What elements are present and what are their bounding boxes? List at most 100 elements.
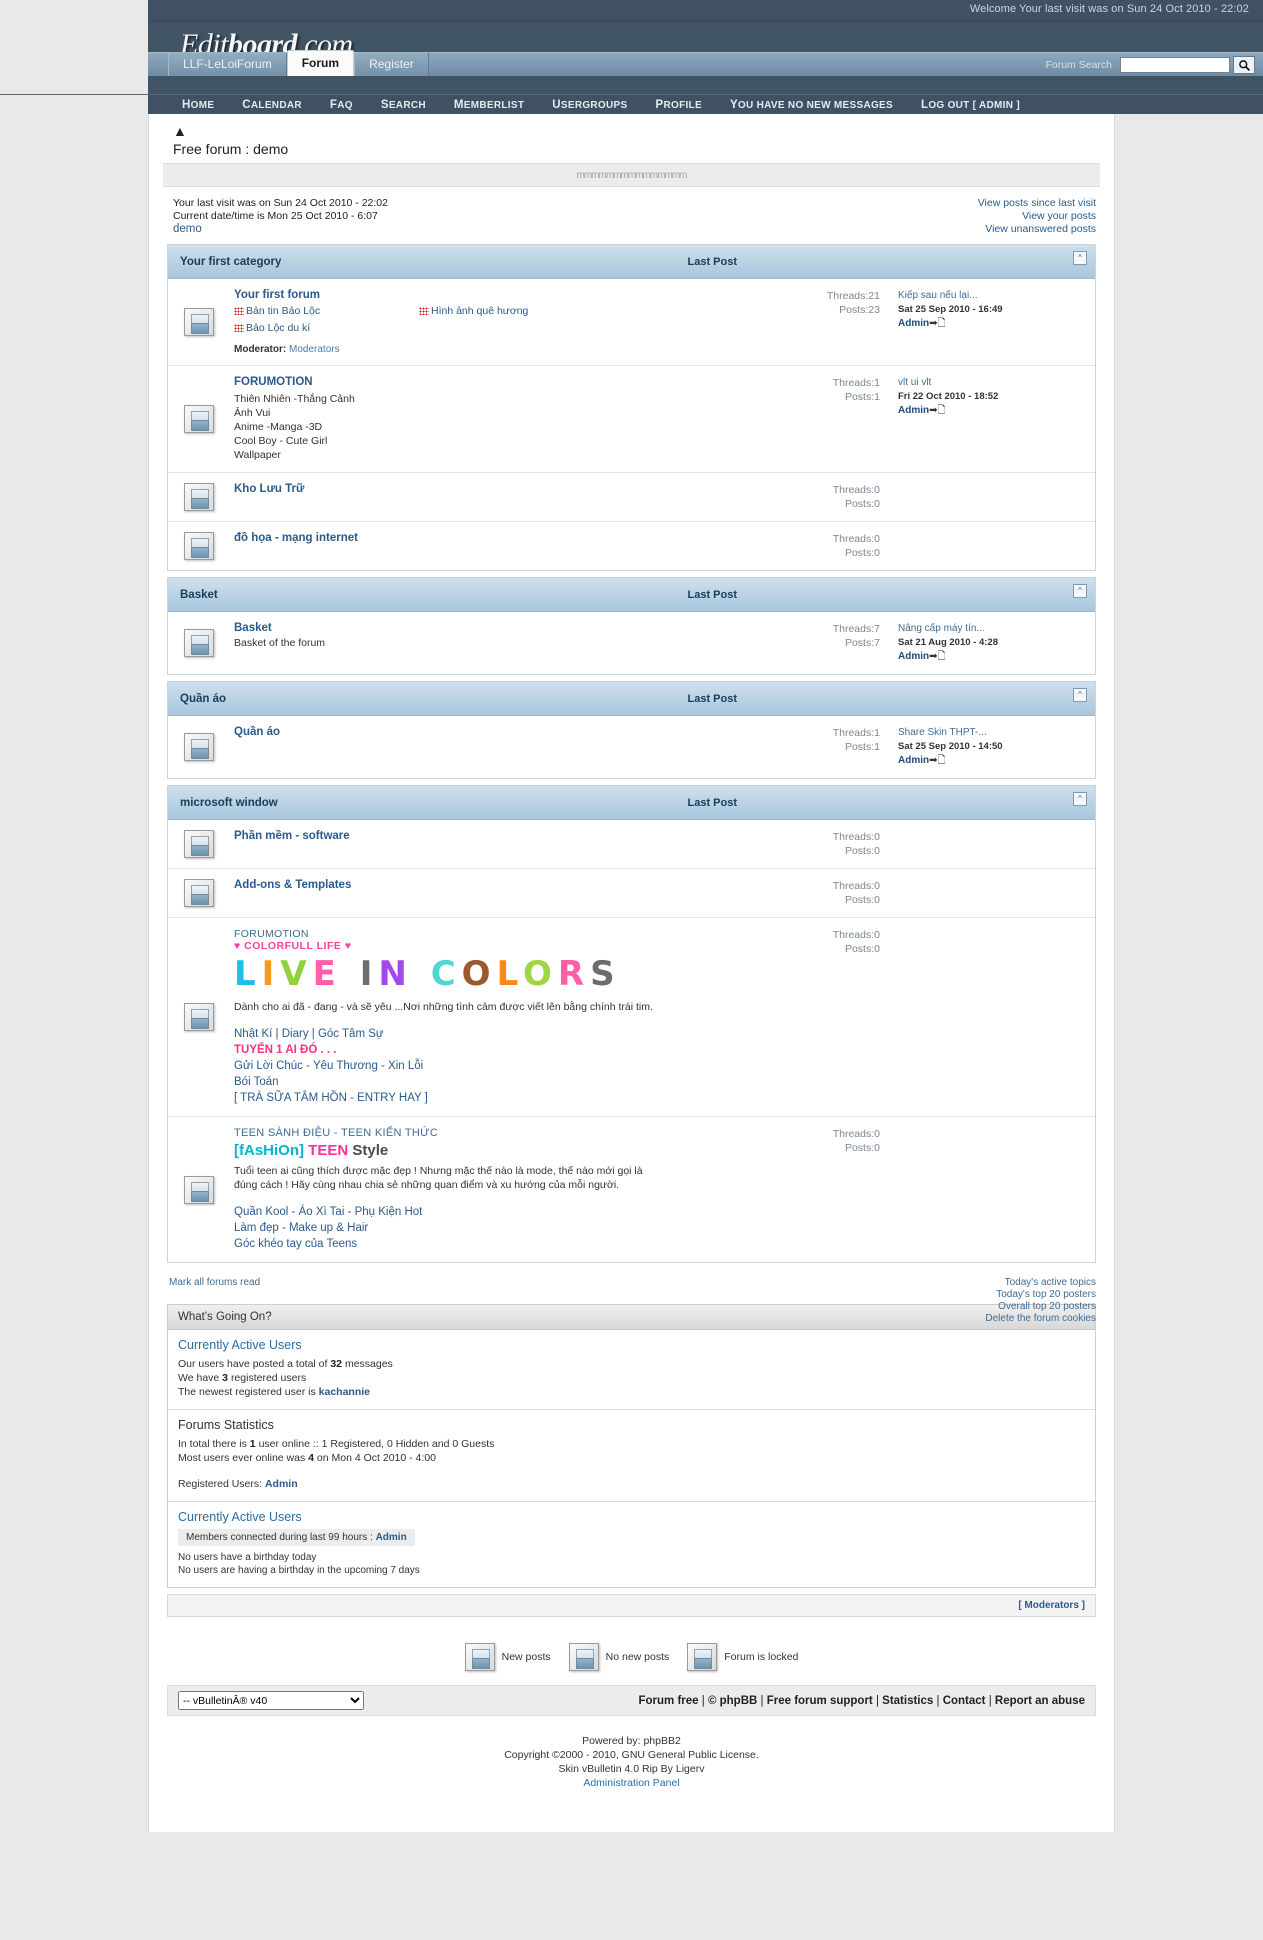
- nav-calendar[interactable]: Calendar: [228, 99, 316, 111]
- footer-link-report-abuse[interactable]: Report an abuse: [995, 1695, 1085, 1707]
- forum-link-phan-mem-software[interactable]: Phần mềm - software: [234, 830, 350, 842]
- collapse-icon[interactable]: ^: [1073, 251, 1087, 265]
- colorblock-link-3[interactable]: Bói Toán: [234, 1076, 279, 1088]
- forum-link-forumotion[interactable]: FORUMOTION: [234, 376, 313, 388]
- forum-description-cell: FORUMOTION ♥ COLORFULL LIFE ♥ LIVE IN CO…: [230, 918, 740, 1116]
- moderators-link[interactable]: [ Moderators ]: [1018, 1600, 1085, 1611]
- breadcrumb-demo-link[interactable]: demo: [173, 223, 202, 235]
- teen-title-part1: [fAsHiOn]: [234, 1142, 304, 1159]
- tab-llf-leloiforum[interactable]: LLF-LeLoiForum: [168, 53, 287, 76]
- last-post-cell: Share Skin THPT-... Sat 25 Sep 2010 - 14…: [890, 716, 1095, 778]
- administration-panel-link[interactable]: Administration Panel: [583, 1777, 679, 1789]
- nav-faq[interactable]: FAQ: [316, 99, 367, 111]
- search-input[interactable]: [1120, 57, 1230, 73]
- teen-title: [fAsHiOn] TEEN Style: [234, 1141, 734, 1161]
- collapse-icon[interactable]: ^: [1073, 792, 1087, 806]
- nav-memberlist[interactable]: Memberlist: [440, 99, 538, 111]
- tab-forum[interactable]: Forum: [286, 50, 355, 76]
- nav-home[interactable]: Home: [168, 99, 228, 111]
- forum-description: Basket of the forum: [234, 637, 326, 649]
- category-microsoft-window: microsoft window Last Post ^ Phần mềm - …: [167, 785, 1096, 1263]
- last-post-author[interactable]: Admin: [898, 317, 929, 331]
- moderator-link[interactable]: Moderators: [289, 344, 340, 355]
- threads-count: Threads:21: [826, 290, 880, 302]
- colorblock-link-0[interactable]: Nhật Kí | Diary | Góc Tâm Sự: [234, 1028, 384, 1040]
- goto-last-post-icon[interactable]: ➡🗋: [929, 755, 945, 766]
- forum-link-add-ons-templates[interactable]: Add-ons & Templates: [234, 879, 351, 891]
- colorblock-link-2[interactable]: Gửi Lời Chúc - Yêu Thương - Xin Lỗi: [234, 1060, 423, 1072]
- subforum-link-ban-tin-bao-loc[interactable]: Bản tin Bảo Lộc: [234, 305, 419, 317]
- subforum-link-bao-loc-du-ki[interactable]: Bảo Lộc du kí: [234, 322, 419, 334]
- last-visit-text: Your last visit was on Sun 24 Oct 2010 -…: [173, 197, 388, 209]
- section-title: Forums Statistics: [178, 1418, 274, 1432]
- tab-register[interactable]: Register: [354, 53, 429, 76]
- footer-link-phpbb[interactable]: © phpBB: [708, 1695, 757, 1707]
- forum-link-kho-luu-tru[interactable]: Kho Lưu Trữ: [234, 483, 304, 495]
- footer-link-free-forum-support[interactable]: Free forum support: [767, 1695, 873, 1707]
- big-letter-1: I: [261, 954, 281, 994]
- threads-count: Threads:0: [832, 533, 880, 545]
- goto-last-post-icon[interactable]: ➡🗋: [929, 318, 945, 329]
- link-delete-forum-cookies[interactable]: Delete the forum cookies: [985, 1313, 1096, 1325]
- nav-profile[interactable]: Profile: [641, 99, 715, 111]
- nav-logout[interactable]: Log out [ Admin ]: [907, 99, 1034, 111]
- colorblock-link-4[interactable]: [ TRÀ SỮA TÂM HỒN - ENTRY HAY ]: [234, 1092, 428, 1104]
- teen-link-1[interactable]: Làm đẹp - Make up & Hair: [234, 1222, 368, 1234]
- forum-folder-icon: [184, 629, 214, 657]
- last-post-cell: [890, 820, 1095, 868]
- link-view-posts-since-last-visit[interactable]: View posts since last visit: [978, 197, 1096, 210]
- link-todays-top-20-posters[interactable]: Today's top 20 posters: [985, 1289, 1096, 1301]
- newest-user-link[interactable]: kachannie: [319, 1386, 370, 1398]
- mark-all-forums-read-link[interactable]: Mark all forums read: [169, 1277, 260, 1288]
- forum-row: đồ họa - mạng internet Threads:0 Posts:0: [168, 522, 1095, 570]
- link-todays-active-topics[interactable]: Today's active topics: [985, 1277, 1096, 1289]
- link-view-unanswered-posts[interactable]: View unanswered posts: [978, 223, 1096, 236]
- forum-link-do-hoa-mang-internet[interactable]: đồ họa - mạng internet: [234, 532, 358, 544]
- forum-link-quan-ao[interactable]: Quần áo: [234, 726, 280, 738]
- posts-count: Posts:1: [844, 741, 880, 753]
- section-title: Currently Active Users: [178, 1510, 302, 1524]
- last-post-author[interactable]: Admin: [898, 404, 929, 418]
- teen-link-0[interactable]: Quần Kool - Áo Xì Tai - Phụ Kiện Hot: [234, 1206, 422, 1218]
- forum-row: Quần áo Threads:1 Posts:1 Share Skin THP…: [168, 716, 1095, 778]
- teen-link-2[interactable]: Góc khéo tay của Teens: [234, 1238, 357, 1250]
- nav-usergroups[interactable]: Usergroups: [538, 99, 641, 111]
- subforum-link-hinh-anh-que-huong[interactable]: Hình ảnh quê hương: [419, 305, 528, 317]
- last-post-author[interactable]: Admin: [898, 650, 929, 664]
- nav-search[interactable]: Search: [367, 99, 440, 111]
- colorblock-link-1[interactable]: TUYỂN 1 AI ĐÓ . . .: [234, 1044, 336, 1056]
- goto-last-post-icon[interactable]: ➡🗋: [929, 405, 945, 416]
- footer-link-contact[interactable]: Contact: [943, 1695, 986, 1707]
- style-selector[interactable]: -- vBulletinÂ® v40: [178, 1691, 364, 1710]
- posts-count: Posts:0: [844, 498, 880, 510]
- last-post-title[interactable]: Share Skin THPT-...: [898, 726, 1091, 740]
- forum-link-basket[interactable]: Basket: [234, 622, 272, 634]
- category-quan-ao: Quần áo Last Post ^ Quần áo Threads:1 Po…: [167, 681, 1096, 779]
- forum-row: FORUMOTION Thiên Nhiên -Thắng Cảnh Ảnh V…: [168, 366, 1095, 473]
- goto-last-post-icon[interactable]: ➡🗋: [929, 651, 945, 662]
- connected-user-link[interactable]: Admin: [376, 1532, 407, 1543]
- search-button[interactable]: [1233, 56, 1255, 74]
- last-post-title[interactable]: vlt ui vlt: [898, 376, 1091, 390]
- collapse-icon[interactable]: ^: [1073, 584, 1087, 598]
- nav-messages[interactable]: You have no new messages: [716, 99, 907, 111]
- last-post-title[interactable]: Kiếp sau nếu lại...: [898, 289, 1091, 303]
- birthday-upcoming-text: No users are having a birthday in the up…: [178, 1565, 420, 1576]
- threads-count: Threads:0: [832, 880, 880, 892]
- last-post-title[interactable]: Nâng cấp máy tín...: [898, 622, 1091, 636]
- footer-link-statistics[interactable]: Statistics: [882, 1695, 933, 1707]
- footer-link-forum-free[interactable]: Forum free: [638, 1695, 698, 1707]
- collapse-icon[interactable]: ^: [1073, 688, 1087, 702]
- teen-links: Quần Kool - Áo Xì Tai - Phụ Kiện Hot Làm…: [234, 1204, 734, 1252]
- link-view-your-posts[interactable]: View your posts: [978, 210, 1096, 223]
- quick-links: Today's active topics Today's top 20 pos…: [985, 1277, 1096, 1325]
- category-header: Basket Last Post ^: [168, 578, 1095, 612]
- link-overall-top-20-posters[interactable]: Overall top 20 posters: [985, 1301, 1096, 1313]
- forum-stats-cell: Threads:1 Posts:1: [740, 716, 890, 778]
- forum-description-cell: Phần mềm - software: [230, 820, 740, 868]
- forum-link-your-first-forum[interactable]: Your first forum: [234, 289, 320, 301]
- last-post-date: Fri 22 Oct 2010 - 18:52: [898, 391, 999, 402]
- registered-user-admin-link[interactable]: Admin: [265, 1478, 298, 1490]
- last-post-author[interactable]: Admin: [898, 754, 929, 768]
- home-icon[interactable]: ▲: [173, 123, 187, 139]
